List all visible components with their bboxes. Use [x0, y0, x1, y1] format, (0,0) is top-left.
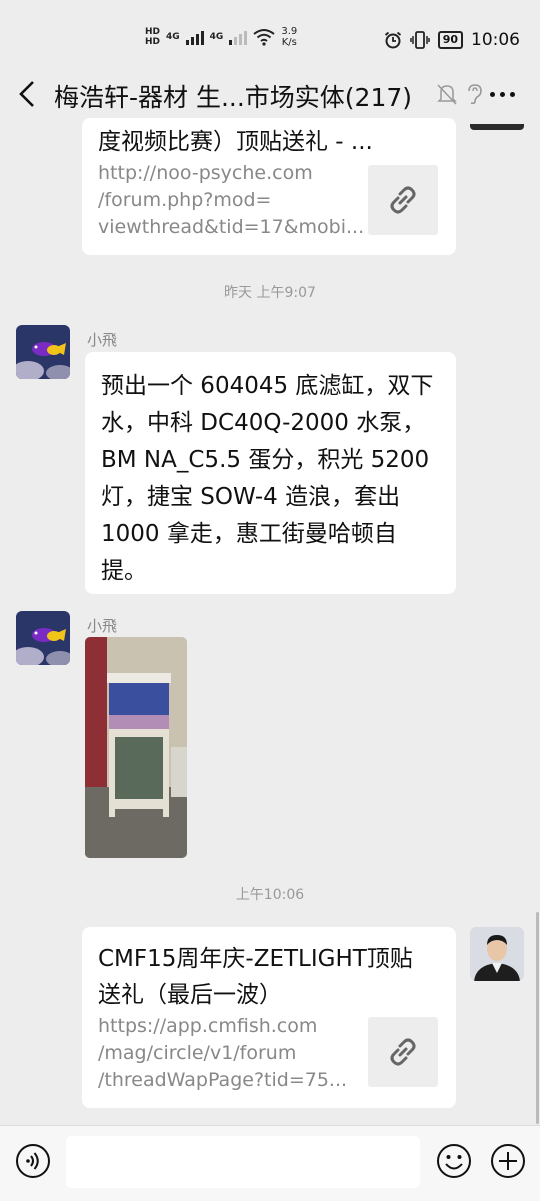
- signal-icon-2: [229, 29, 248, 45]
- network-type-2: 4G: [209, 32, 224, 42]
- link-card-1-description: http://noo-psyche.com /forum.php?mod= vi…: [98, 160, 365, 241]
- hd-voice-icon: HD HD: [145, 27, 160, 47]
- sender-name: 小飛: [87, 331, 118, 349]
- message-line: 提。: [101, 558, 147, 584]
- wifi-icon: [253, 29, 275, 46]
- system-indicators: 90 10:06: [384, 30, 520, 50]
- aquarium-image: [85, 637, 187, 858]
- link-icon: [390, 186, 416, 214]
- fish-avatar-image: [16, 325, 70, 379]
- status-time: 10:06: [471, 30, 520, 50]
- network-indicators: HD HD 4G 4G 3.9 K/s: [145, 26, 297, 48]
- vibrate-icon: [409, 31, 430, 49]
- link-thumbnail: [368, 1017, 438, 1087]
- alarm-icon: [384, 31, 401, 49]
- plus-icon[interactable]: [490, 1143, 526, 1179]
- message-line: 预出一个 604045 底滤缸，双下: [101, 373, 434, 399]
- fish-avatar-image: [16, 611, 70, 665]
- speed-unit: K/s: [281, 37, 297, 48]
- hd-label-2: HD: [145, 37, 161, 47]
- aquarium-photo[interactable]: [85, 637, 187, 858]
- timestamp-1: 昨天 上午9:07: [224, 285, 316, 301]
- chat-header: 梅浩轩-器材 生...市场实体(217): [0, 66, 540, 124]
- link-card-2-title: CMF15周年庆-ZETLIGHT顶贴 送礼（最后一波）: [98, 941, 413, 1013]
- link-title-line: 送礼（最后一波）: [98, 982, 282, 1008]
- timestamp-2: 上午10:06: [235, 887, 305, 903]
- link-desc-line: /forum.php?mod=: [98, 189, 272, 211]
- network-speed: 3.9 K/s: [281, 26, 297, 48]
- emoji-icon[interactable]: [436, 1143, 472, 1179]
- message-text: 预出一个 604045 底滤缸，双下 水，中科 DC40Q-2000 水泵， B…: [101, 368, 446, 590]
- message-line: 水，中科 DC40Q-2000 水泵，: [101, 410, 426, 436]
- link-title-line: CMF15周年庆-ZETLIGHT顶贴: [98, 946, 413, 972]
- link-desc-line: /threadWapPage?tid=75...: [98, 1069, 348, 1091]
- voice-input-icon[interactable]: [15, 1143, 51, 1179]
- link-thumbnail: [368, 165, 438, 235]
- person-avatar-image: [470, 927, 524, 981]
- chat-title: 梅浩轩-器材 生...市场实体(217): [54, 83, 413, 112]
- message-line: 1000 拿走，惠工街曼哈顿自: [101, 521, 397, 547]
- mute-bell-icon: [437, 84, 457, 105]
- network-type-1: 4G: [166, 32, 180, 42]
- back-arrow-icon[interactable]: [14, 76, 44, 112]
- link-desc-line: https://app.cmfish.com: [98, 1015, 318, 1037]
- input-bar: [0, 1125, 540, 1201]
- link-desc-line: http://noo-psyche.com: [98, 162, 313, 184]
- link-card-2-description: https://app.cmfish.com /mag/circle/v1/fo…: [98, 1013, 354, 1094]
- link-icon: [390, 1038, 416, 1066]
- hd-label-1: HD: [145, 27, 161, 37]
- link-desc-line: viewthread&tid=17&mobi...: [98, 216, 365, 238]
- sender-name: 小飛: [87, 617, 118, 635]
- message-input[interactable]: [66, 1136, 420, 1188]
- scrollbar[interactable]: [536, 912, 539, 1124]
- message-line: 灯，捷宝 SOW-4 造浪，套出: [101, 484, 401, 510]
- avatar[interactable]: [16, 325, 70, 379]
- sender-avatar-partial: [470, 124, 524, 130]
- more-options-icon[interactable]: [490, 92, 515, 97]
- speed-value: 3.9: [281, 26, 298, 37]
- link-card-2[interactable]: CMF15周年庆-ZETLIGHT顶贴 送礼（最后一波） https://app…: [82, 927, 456, 1108]
- battery-icon: 90: [437, 31, 463, 49]
- link-card-1-title: 度视频比赛）顶贴送礼 - ...: [98, 129, 373, 155]
- my-avatar[interactable]: [470, 927, 524, 981]
- link-card-1[interactable]: 度视频比赛）顶贴送礼 - ... http://noo-psyche.com /…: [82, 118, 456, 255]
- message-line: BM NA_C5.5 蛋分，积光 5200: [101, 447, 430, 473]
- avatar[interactable]: [16, 611, 70, 665]
- link-desc-line: /mag/circle/v1/forum: [98, 1042, 297, 1064]
- earpiece-mode-icon: [468, 84, 482, 105]
- signal-icon-1: [185, 29, 204, 45]
